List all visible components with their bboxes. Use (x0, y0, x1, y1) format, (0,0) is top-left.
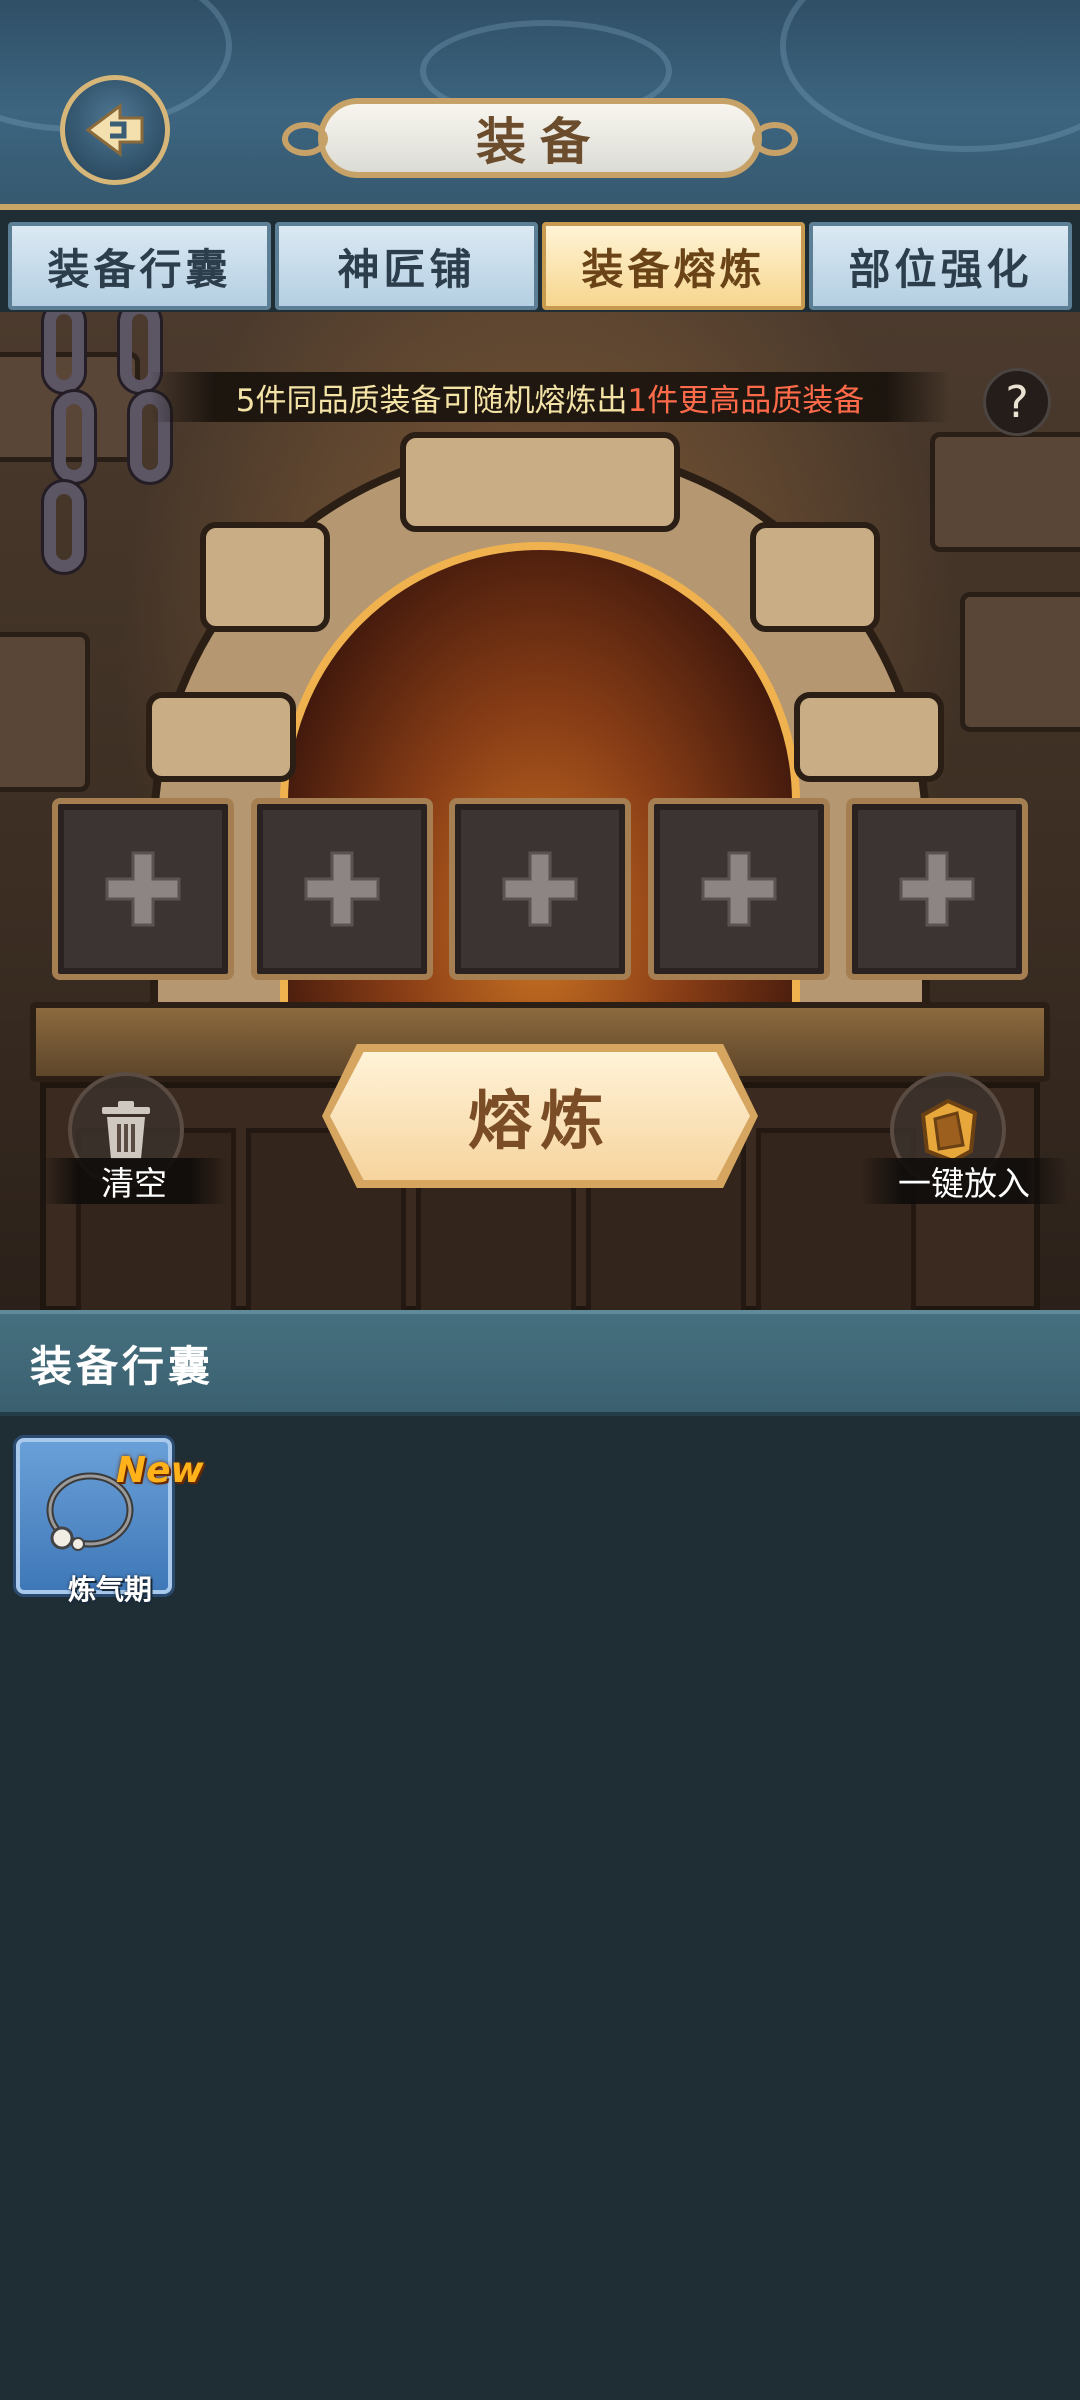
plus-icon (701, 851, 776, 927)
tab-bar: 装备行囊 神匠铺 装备熔炼 部位强化 (8, 222, 1072, 310)
back-arrow-icon (85, 103, 144, 157)
bag-header: 装备行囊 (0, 1310, 1080, 1416)
back-button[interactable] (60, 75, 170, 185)
smelt-slots (52, 798, 1028, 980)
smelt-slot-3[interactable] (449, 798, 631, 980)
smelt-info-banner: 5件同品质装备可随机熔炼出 1件更高品质装备 (150, 372, 950, 422)
smelt-slot-2[interactable] (250, 798, 433, 980)
item-realm-label: 炼气期 (68, 1573, 153, 1606)
arch-stone (146, 692, 296, 782)
title-curl-right (752, 122, 798, 156)
chain-decoration (54, 392, 94, 482)
arch-stone (750, 522, 880, 632)
arch-stone (200, 522, 330, 632)
smelt-slot-5[interactable] (846, 798, 1028, 980)
plus-icon (105, 851, 181, 927)
tab-equipment-bag[interactable]: 装备行囊 (8, 222, 271, 310)
smelt-button[interactable]: 熔炼 (330, 1052, 750, 1180)
auto-fill-label[interactable]: 一键放入 (860, 1158, 1068, 1204)
page-title-plate: 装备 (282, 98, 798, 178)
bag-item[interactable]: New 炼气期 (16, 1438, 204, 1606)
page-title: 装备 (476, 112, 604, 171)
tab-equipment-smelt[interactable]: 装备熔炼 (542, 222, 805, 310)
smelt-button-label: 熔炼 (468, 1084, 612, 1159)
wall-stone (0, 632, 90, 792)
bag-title: 装备行囊 (30, 1341, 215, 1391)
cloud-decoration (780, 0, 1080, 152)
wall-stone (930, 432, 1080, 552)
top-header: 装备 (0, 0, 1080, 210)
help-button[interactable]: ? (983, 368, 1051, 436)
chain-decoration (44, 482, 84, 572)
title-curl-left (282, 122, 328, 156)
plus-icon (304, 851, 379, 927)
chain-decoration (44, 312, 84, 392)
bag-grid: New 炼气期 (0, 1416, 1080, 2400)
smelt-slot-1[interactable] (52, 798, 234, 980)
info-text-highlight: 1件更高品质装备 (627, 382, 865, 419)
smelt-slot-4[interactable] (647, 798, 830, 980)
clear-button-label[interactable]: 清空 (40, 1158, 228, 1204)
info-text: 5件同品质装备可随机熔炼出 (235, 382, 628, 419)
cabinet-panel (756, 1128, 916, 1310)
plus-icon (502, 851, 578, 927)
equipment-helmet-icon (920, 1098, 978, 1164)
new-badge: New (116, 1450, 204, 1491)
forge-scene: 5件同品质装备可随机熔炼出 1件更高品质装备 ? 熔炼 清空 一键放入 (0, 312, 1080, 1310)
arch-keystone (400, 432, 680, 532)
arch-stone (794, 692, 944, 782)
trash-icon (102, 1101, 150, 1159)
wall-stone (960, 592, 1080, 732)
tab-craftsman-shop[interactable]: 神匠铺 (275, 222, 538, 310)
tab-slot-enhance[interactable]: 部位强化 (809, 222, 1072, 310)
plus-icon (899, 851, 975, 927)
